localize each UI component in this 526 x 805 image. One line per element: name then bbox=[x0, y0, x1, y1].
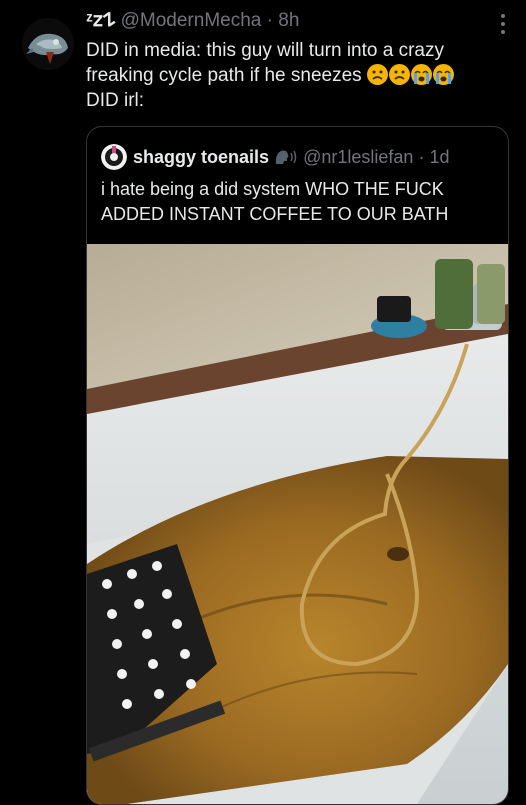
avatar-image bbox=[22, 18, 74, 70]
post-header: ᶻ𝗓𐰁 @ModernMecha · 8h bbox=[86, 9, 486, 33]
quoted-text-line: ADDED INSTANT COFFEE TO OUR BATH bbox=[101, 204, 449, 224]
quoted-author-handle[interactable]: @nr1lesliefan bbox=[303, 147, 413, 167]
quoted-post-text: i hate being a did system WHO THE FUCK A… bbox=[101, 177, 496, 227]
post-text-line: DID irl: bbox=[86, 90, 145, 111]
anguished-face-icon bbox=[366, 64, 388, 85]
author-handle[interactable]: @ModernMecha bbox=[121, 10, 262, 31]
quoted-post[interactable]: shaggy toenails @nr1lesliefan · 1d i hat… bbox=[86, 126, 509, 805]
quoted-author-display-name[interactable]: shaggy toenails bbox=[133, 147, 269, 167]
crying-face-icon bbox=[410, 64, 432, 85]
speaking-head-icon bbox=[274, 148, 298, 166]
quoted-author-avatar[interactable] bbox=[101, 144, 127, 170]
crying-face-icon bbox=[432, 64, 454, 85]
post-text-line: DID in media: this guy will turn into a … bbox=[86, 40, 444, 61]
author-display-name[interactable]: ᶻ𝗓𐰁 bbox=[86, 10, 115, 31]
author-avatar[interactable] bbox=[22, 18, 74, 70]
post-text: DID in media: this guy will turn into a … bbox=[86, 38, 506, 113]
quoted-header-separator: · bbox=[418, 147, 425, 167]
bathtub-photo[interactable] bbox=[87, 244, 508, 804]
anguished-face-icon bbox=[388, 64, 410, 85]
header-separator: · bbox=[266, 10, 273, 31]
more-options-icon[interactable] bbox=[500, 14, 506, 36]
post-text-segment: freaking cycle path if he sneezes bbox=[86, 65, 362, 86]
quoted-post-header: shaggy toenails @nr1lesliefan · 1d bbox=[101, 144, 498, 170]
post-timestamp[interactable]: 8h bbox=[278, 10, 299, 31]
quoted-text-line: i hate being a did system WHO THE FUCK bbox=[101, 179, 444, 199]
post-text-line: freaking cycle path if he sneezes bbox=[86, 63, 506, 88]
quoted-post-timestamp[interactable]: 1d bbox=[429, 147, 449, 167]
